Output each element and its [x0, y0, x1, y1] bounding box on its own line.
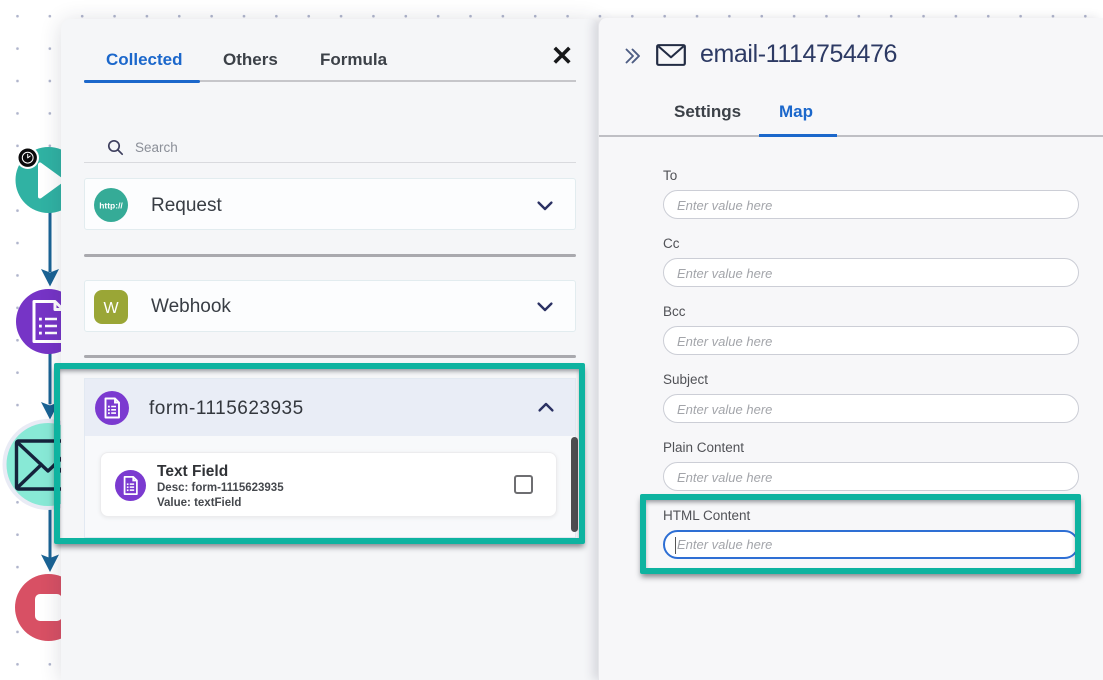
svg-text:http://: http:// [99, 200, 123, 210]
svg-text:W: W [103, 300, 119, 317]
